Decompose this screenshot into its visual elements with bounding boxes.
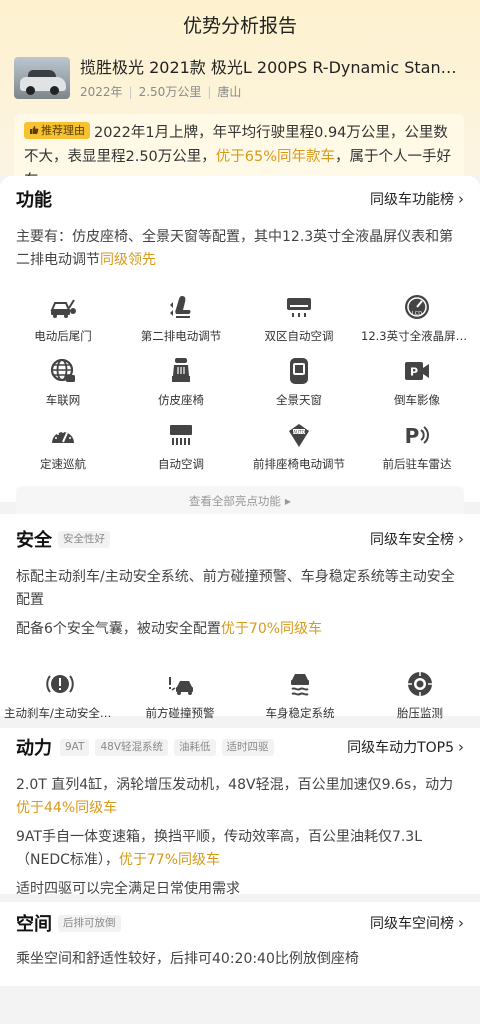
car-year: 2022年 bbox=[80, 85, 123, 99]
safety-card: 安全 安全性好 同级车安全榜 › 标配主动刹车/主动安全系统、前方碰撞预警、车身稳定… bbox=[0, 514, 480, 720]
feature-item[interactable]: 自动空调 bbox=[122, 420, 240, 472]
chevron-right-icon: › bbox=[458, 738, 464, 756]
camera-icon: P bbox=[402, 356, 432, 386]
space-rank-link[interactable]: 同级车空间榜 › bbox=[370, 913, 464, 933]
feature-item[interactable]: 第二排电动调节 bbox=[122, 292, 240, 344]
power-card: 动力 9AT 48V轻混系统 油耗低 适时四驱 同级车动力TOP5 › 2.0T … bbox=[0, 728, 480, 897]
space-title: 空间 bbox=[16, 914, 52, 935]
collision-icon bbox=[165, 669, 195, 699]
ac-icon bbox=[284, 292, 314, 322]
recommend-tag: 推荐理由 bbox=[24, 121, 90, 139]
tailgate-icon bbox=[48, 292, 78, 322]
feature-item[interactable]: P 前后驻车雷达 bbox=[358, 420, 476, 472]
power-pill: 适时四驱 bbox=[221, 738, 274, 756]
svg-text:P: P bbox=[405, 424, 420, 448]
seat-adjust-icon bbox=[166, 292, 196, 322]
feature-item[interactable]: 双区自动空调 bbox=[240, 292, 358, 344]
power-pill: 48V轻混系统 bbox=[95, 738, 169, 756]
svg-text:LCD: LCD bbox=[412, 311, 422, 317]
report-header: 优势分析报告 揽胜极光 2021款 极光L 200PS R-Dynamic St… bbox=[0, 0, 480, 200]
feature-item[interactable]: P 倒车影像 bbox=[358, 356, 476, 408]
safety-desc-2: 配备6个安全气囊，被动安全配置优于70%同级车 bbox=[16, 621, 323, 637]
svg-text:P: P bbox=[410, 366, 418, 379]
feature-item[interactable]: 仿皮座椅 bbox=[122, 356, 240, 408]
space-desc: 乘坐空间和舒适性较好，后排可40:20:40比例放倒座椅 bbox=[16, 951, 359, 967]
auto-ac-icon bbox=[166, 420, 196, 450]
power-pill: 9AT bbox=[60, 738, 90, 756]
car-city: 唐山 bbox=[217, 85, 242, 99]
feature-item[interactable]: 定速巡航 bbox=[4, 420, 122, 472]
space-pill: 后排可放倒 bbox=[58, 914, 121, 932]
power-pill: 油耗低 bbox=[174, 738, 216, 756]
features-rank-link[interactable]: 同级车功能榜 › bbox=[370, 189, 464, 209]
cruise-icon bbox=[48, 420, 78, 450]
feature-item[interactable]: AUTO 前排座椅电动调节 bbox=[240, 420, 358, 472]
reason-highlight: 优于65%同年款车 bbox=[215, 149, 336, 165]
safety-item[interactable]: 主动刹车/主动安全系统 bbox=[0, 669, 120, 721]
safety-title: 安全 bbox=[16, 530, 52, 551]
features-title: 功能 bbox=[16, 190, 52, 211]
lcd-gauge-icon: LCD bbox=[402, 292, 432, 322]
power-desc-2: 9AT手自一体变速箱，换挡平顺，传动效率高，百公里油耗仅7.3L（NEDC标准）… bbox=[16, 829, 423, 868]
feature-item[interactable]: 全景天窗 bbox=[240, 356, 358, 408]
safety-item[interactable]: 车身稳定系统 bbox=[240, 669, 360, 721]
safety-rank-link[interactable]: 同级车安全榜 › bbox=[370, 529, 464, 549]
safety-grid: 主动刹车/主动安全系统 前方碰撞预警 车身稳定系统 胎压监测 bbox=[0, 669, 480, 721]
page-title: 优势分析报告 bbox=[182, 15, 297, 37]
power-desc-1: 2.0T 直列4缸，涡轮增压发动机，48V轻混，百公里加速仅9.6s，动力优于4… bbox=[16, 777, 454, 816]
stability-icon bbox=[285, 669, 315, 699]
svg-text:AUTO: AUTO bbox=[293, 429, 305, 434]
features-grid: 电动后尾门 第二排电动调节 双区自动空调 LCD 12.3英寸全液晶屏仪表 车联 bbox=[0, 292, 480, 472]
chevron-right-icon: › bbox=[458, 190, 464, 208]
safety-desc-1: 标配主动刹车/主动安全系统、前方碰撞预警、车身稳定系统等主动安全配置 bbox=[16, 569, 455, 608]
seat-icon bbox=[166, 356, 196, 386]
feature-item[interactable]: 电动后尾门 bbox=[4, 292, 122, 344]
triangle-right-icon: ▶ bbox=[284, 496, 292, 506]
features-desc: 主要有：仿皮座椅、全景天窗等配置，其中12.3英寸全液晶屏仪表和第二排电动调节同… bbox=[16, 229, 454, 268]
sunroof-icon bbox=[284, 356, 314, 386]
safety-pill: 安全性好 bbox=[58, 530, 110, 548]
features-card: 功能 同级车功能榜 › 主要有：仿皮座椅、全景天窗等配置，其中12.3英寸全液晶屏… bbox=[0, 176, 480, 516]
car-thumbnail bbox=[14, 57, 70, 99]
car-summary[interactable]: 揽胜极光 2021款 极光L 200PS R-Dynamic Standard … bbox=[0, 49, 480, 100]
feature-item[interactable]: LCD 12.3英寸全液晶屏仪表 bbox=[358, 292, 476, 344]
car-name: 揽胜极光 2021款 极光L 200PS R-Dynamic Standard bbox=[80, 58, 464, 77]
feature-item[interactable]: 车联网 bbox=[4, 356, 122, 408]
brake-icon bbox=[45, 669, 75, 699]
safety-item[interactable]: 前方碰撞预警 bbox=[120, 669, 240, 721]
space-card: 空间 后排可放倒 同级车空间榜 › 乘坐空间和舒适性较好，后排可40:20:40比例… bbox=[0, 902, 480, 986]
view-all-features-button[interactable]: 查看全部亮点功能 ▶ bbox=[16, 486, 464, 516]
globe-icon bbox=[48, 356, 78, 386]
thumbs-up-icon bbox=[30, 126, 39, 134]
chevron-right-icon: › bbox=[458, 914, 464, 932]
car-mileage: 2.50万公里 bbox=[138, 85, 202, 99]
auto-seat-icon: AUTO bbox=[284, 420, 314, 450]
tire-icon bbox=[405, 669, 435, 699]
parking-radar-icon: P bbox=[402, 420, 432, 450]
power-desc-3: 适时四驱可以完全满足日常使用需求 bbox=[16, 881, 240, 897]
safety-item[interactable]: 胎压监测 bbox=[360, 669, 480, 721]
power-title: 动力 bbox=[16, 738, 52, 759]
chevron-right-icon: › bbox=[458, 530, 464, 548]
car-meta: 2022年 | 2.50万公里 | 唐山 bbox=[80, 84, 242, 100]
power-rank-link[interactable]: 同级车动力TOP5 › bbox=[347, 737, 464, 757]
